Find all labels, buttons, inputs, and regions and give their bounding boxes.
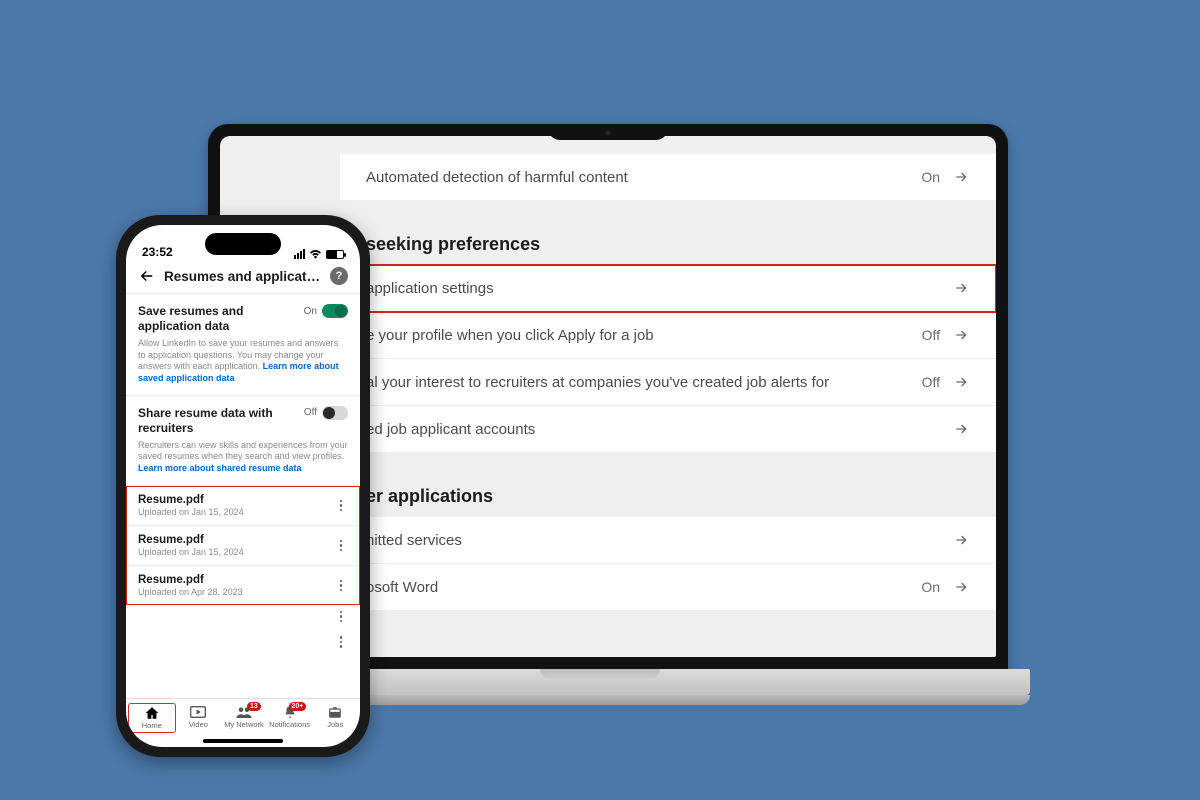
home-indicator[interactable] (203, 739, 283, 743)
tab-my-network[interactable]: 13 My Network (221, 703, 267, 733)
more-icon[interactable] (334, 500, 348, 512)
block-title: Share resume data with recruiters (138, 406, 298, 436)
tab-label: Home (142, 721, 162, 730)
row-label: ed job applicant accounts (366, 421, 535, 438)
arrow-right-icon (952, 373, 970, 391)
more-icon[interactable] (334, 611, 348, 623)
badge-count: 13 (247, 702, 261, 711)
resume-file-item[interactable]: Resume.pdf Uploaded on Jan 15, 2024 (126, 526, 360, 566)
resume-file-list: Resume.pdf Uploaded on Jan 15, 2024 Resu… (126, 486, 360, 605)
tab-home[interactable]: Home (128, 703, 176, 733)
phone-screen: 23:52 Resumes and application... ? Save … (126, 225, 360, 747)
file-name: Resume.pdf (138, 494, 244, 506)
signal-icon (294, 249, 305, 259)
row-value: Off (922, 327, 940, 343)
file-date: Uploaded on Apr 28, 2023 (138, 587, 243, 597)
file-name: Resume.pdf (138, 574, 243, 586)
tab-label: My Network (224, 720, 264, 729)
tab-label: Jobs (327, 720, 343, 729)
more-icon[interactable] (334, 540, 348, 552)
settings-row-signal-interest[interactable]: al your interest to recruiters at compan… (340, 359, 996, 406)
briefcase-icon (326, 705, 344, 719)
row-label: Automated detection of harmful content (366, 169, 628, 186)
row-value: Off (922, 374, 940, 390)
status-time: 23:52 (142, 245, 173, 259)
learn-more-link[interactable]: Learn more about shared resume data (138, 463, 302, 473)
help-icon[interactable]: ? (330, 267, 348, 285)
tab-label: Notifications (269, 720, 310, 729)
resume-file-item[interactable]: Resume.pdf Uploaded on Apr 28, 2023 (126, 566, 360, 605)
laptop-camera (606, 130, 611, 135)
settings-row-applicant-accounts[interactable]: ed job applicant accounts (340, 406, 996, 452)
arrow-right-icon (952, 531, 970, 549)
wifi-icon (309, 249, 322, 259)
settings-row-microsoft-word[interactable]: osoft Word On (340, 564, 996, 610)
arrow-right-icon (952, 420, 970, 438)
setting-block-share-resume: Share resume data with recruiters Off Re… (126, 396, 360, 486)
block-title: Save resumes and application data (138, 304, 298, 334)
toggle-save-resumes[interactable] (322, 304, 348, 318)
row-value: On (921, 169, 940, 185)
row-label: e your profile when you click Apply for … (366, 327, 654, 344)
tab-notifications[interactable]: 20+ Notifications (267, 703, 313, 733)
back-arrow-icon[interactable] (138, 267, 156, 285)
file-date: Uploaded on Jan 15, 2024 (138, 547, 244, 557)
badge-count: 20+ (289, 702, 307, 711)
page-title: Resumes and application... (164, 269, 322, 284)
toggle-label: On (304, 306, 317, 317)
bottom-tabbar: Home Video 13 My Network 20+ Notificatio… (126, 698, 360, 735)
extra-actions (126, 605, 360, 648)
block-description: Recruiters can view skills and experienc… (138, 440, 348, 475)
screen-header: Resumes and application... ? (126, 261, 360, 294)
tab-jobs[interactable]: Jobs (312, 703, 358, 733)
section-title-seeking-preferences: seeking preferences (340, 220, 996, 265)
file-date: Uploaded on Jan 15, 2024 (138, 507, 244, 517)
resume-file-item[interactable]: Resume.pdf Uploaded on Jan 15, 2024 (126, 486, 360, 526)
tab-video[interactable]: Video (176, 703, 222, 733)
phone-frame: 23:52 Resumes and application... ? Save … (116, 215, 370, 757)
arrow-right-icon (952, 168, 970, 186)
toggle-share-resume[interactable] (322, 406, 348, 420)
settings-row-harmful-content[interactable]: Automated detection of harmful content O… (340, 154, 996, 200)
video-icon (189, 705, 207, 719)
tab-label: Video (189, 720, 208, 729)
home-icon (143, 706, 161, 720)
laptop-thumb-notch (540, 669, 660, 679)
section-title-other-applications: er applications (340, 472, 996, 517)
block-description: Allow LinkedIn to save your resumes and … (138, 338, 348, 385)
setting-block-save-resumes: Save resumes and application data On All… (126, 294, 360, 396)
arrow-right-icon (952, 279, 970, 297)
row-label: al your interest to recruiters at compan… (366, 374, 829, 391)
settings-row-permitted-services[interactable]: nitted services (340, 517, 996, 564)
desc-text: Recruiters can view skills and experienc… (138, 440, 348, 462)
row-label: application settings (366, 280, 494, 297)
row-value: On (921, 579, 940, 595)
dynamic-island (205, 233, 281, 255)
row-label: nitted services (366, 532, 462, 549)
row-label: osoft Word (366, 579, 438, 596)
more-icon[interactable] (334, 636, 348, 648)
arrow-right-icon (952, 326, 970, 344)
toggle-label: Off (304, 407, 317, 418)
settings-row-share-profile[interactable]: e your profile when you click Apply for … (340, 312, 996, 359)
file-name: Resume.pdf (138, 534, 244, 546)
battery-icon (326, 250, 344, 259)
settings-row-application-settings[interactable]: application settings (340, 265, 996, 312)
more-icon[interactable] (334, 580, 348, 592)
arrow-right-icon (952, 578, 970, 596)
